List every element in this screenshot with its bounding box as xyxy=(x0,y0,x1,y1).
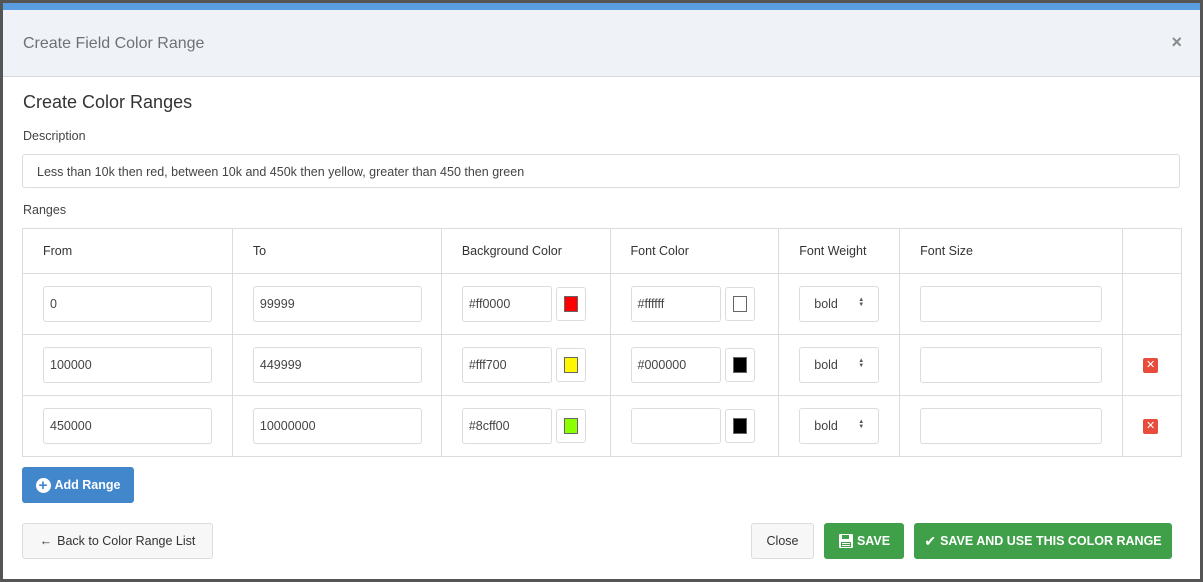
font-color-input[interactable]: #ffffff xyxy=(630,286,721,322)
column-header-font-size: Font Size xyxy=(899,228,1124,274)
column-header-actions xyxy=(1122,228,1182,274)
font-weight-value: bold xyxy=(814,358,838,372)
font-color-input[interactable]: #000000 xyxy=(630,347,721,383)
to-input[interactable]: 99999 xyxy=(252,286,422,322)
section-title: Create Color Ranges xyxy=(23,92,193,112)
font-weight-select[interactable]: bold ▲ ▼ xyxy=(799,347,880,383)
back-to-list-button[interactable]: ← Back to Color Range List xyxy=(22,523,213,559)
font-size-input[interactable] xyxy=(920,286,1103,322)
add-range-button[interactable]: + Add Range xyxy=(22,467,134,503)
background-color-input[interactable]: #fff700 xyxy=(461,347,552,383)
color-swatch xyxy=(732,418,747,434)
description-label: Description xyxy=(23,129,86,143)
column-header-font-weight: Font Weight xyxy=(778,228,901,274)
font-color-picker[interactable] xyxy=(724,348,755,382)
plus-circle-icon: + xyxy=(35,477,51,493)
font-weight-select[interactable]: bold ▲ ▼ xyxy=(799,286,880,322)
color-swatch xyxy=(563,296,578,312)
from-input[interactable]: 100000 xyxy=(43,347,212,383)
from-input[interactable]: 0 xyxy=(43,286,212,322)
table-header-row: From To Background Color Font Color Font… xyxy=(22,228,1182,274)
floppy-disk-icon xyxy=(838,533,854,549)
to-input[interactable]: 10000000 xyxy=(252,408,422,444)
checkmark-icon: ✔ xyxy=(924,532,937,549)
font-weight-value: bold xyxy=(814,297,838,311)
font-size-input[interactable] xyxy=(920,408,1103,444)
sort-arrows-icon: ▲ ▼ xyxy=(858,297,865,309)
close-button[interactable]: Close xyxy=(751,523,814,559)
color-swatch xyxy=(563,418,578,434)
to-input[interactable]: 449999 xyxy=(252,347,422,383)
ranges-table: From To Background Color Font Color Font… xyxy=(22,228,1182,457)
modal-top-accent-bar xyxy=(3,3,1200,10)
delete-range-icon[interactable]: ✕ xyxy=(1143,358,1159,373)
create-field-color-range-modal: Create Field Color Range × Create Color … xyxy=(3,3,1200,579)
background-color-input[interactable]: #8cff00 xyxy=(461,408,552,444)
sort-arrows-icon: ▲ ▼ xyxy=(858,419,865,431)
column-header-to: To xyxy=(231,228,442,274)
save-and-use-label: SAVE AND USE THIS COLOR RANGE xyxy=(940,534,1162,548)
range-row: 450000 10000000 #8cff00 bold ▲ ▼ ✕ xyxy=(22,395,1182,457)
range-row: 0 99999 #ff0000 #ffffff bold ▲ ▼ xyxy=(22,273,1182,335)
column-header-from: From xyxy=(22,228,233,274)
background-color-picker[interactable] xyxy=(555,287,586,321)
column-header-font-color: Font Color xyxy=(609,228,780,274)
save-button[interactable]: SAVE xyxy=(824,523,904,559)
close-button-label: Close xyxy=(766,534,799,548)
font-color-input[interactable] xyxy=(630,408,721,444)
description-input[interactable]: Less than 10k then red, between 10k and … xyxy=(22,154,1180,188)
background-color-picker[interactable] xyxy=(555,409,586,443)
column-header-background-color: Background Color xyxy=(440,228,611,274)
font-size-input[interactable] xyxy=(920,347,1103,383)
color-swatch xyxy=(563,357,578,373)
font-color-picker[interactable] xyxy=(724,409,755,443)
arrow-left-icon: ← xyxy=(39,534,53,548)
modal-header: Create Field Color Range × xyxy=(3,10,1200,77)
back-button-label: Back to Color Range List xyxy=(57,534,196,548)
sort-arrows-icon: ▲ ▼ xyxy=(858,358,865,370)
background-color-picker[interactable] xyxy=(555,348,586,382)
save-button-label: SAVE xyxy=(856,534,891,548)
from-input[interactable]: 450000 xyxy=(43,408,212,444)
color-swatch xyxy=(732,357,747,373)
save-and-use-button[interactable]: ✔ SAVE AND USE THIS COLOR RANGE xyxy=(914,523,1172,559)
range-row: 100000 449999 #fff700 #000000 bold ▲ ▼ ✕ xyxy=(22,334,1182,396)
delete-range-icon[interactable]: ✕ xyxy=(1143,419,1159,434)
ranges-label: Ranges xyxy=(23,203,67,217)
font-weight-value: bold xyxy=(814,419,838,433)
background-color-input[interactable]: #ff0000 xyxy=(461,286,552,322)
modal-title: Create Field Color Range xyxy=(23,35,205,52)
font-color-picker[interactable] xyxy=(724,287,755,321)
add-range-label: Add Range xyxy=(54,478,121,492)
close-icon[interactable]: × xyxy=(1171,32,1182,52)
font-weight-select[interactable]: bold ▲ ▼ xyxy=(799,408,880,444)
color-swatch xyxy=(732,296,747,312)
